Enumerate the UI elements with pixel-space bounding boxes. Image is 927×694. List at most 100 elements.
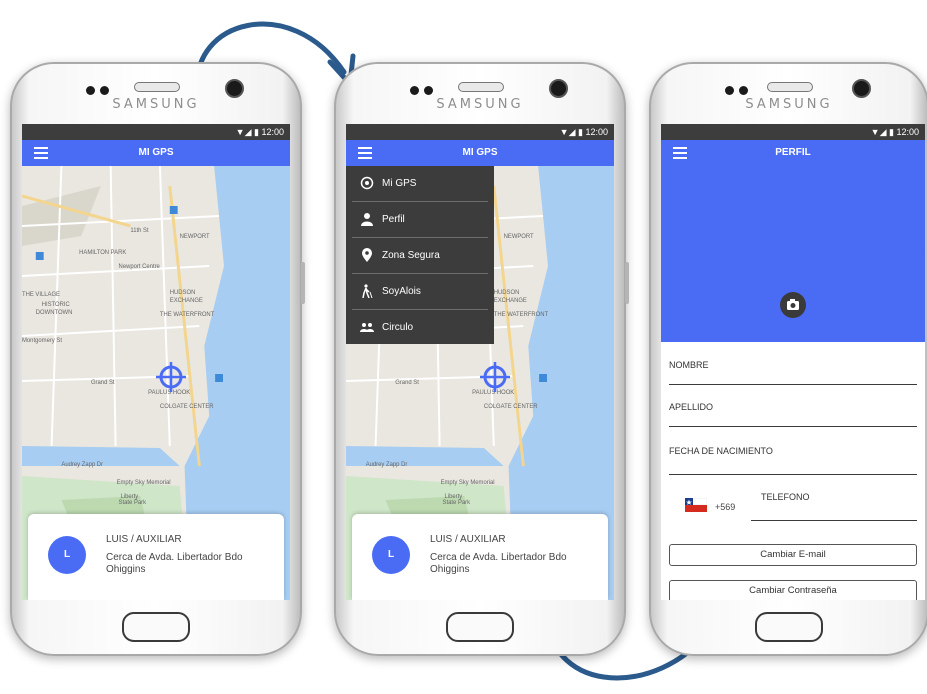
menu-item-mi-gps[interactable]: Mi GPS (352, 166, 488, 202)
svg-text:NEWPORT: NEWPORT (504, 234, 534, 240)
svg-text:EXCHANGE: EXCHANGE (170, 298, 203, 304)
svg-text:THE VILLAGE: THE VILLAGE (22, 292, 60, 298)
person-icon (361, 213, 373, 226)
front-camera (549, 79, 568, 98)
user-card[interactable]: L LUIS / AUXILIAR Cerca de Avda. Liberta… (352, 514, 608, 600)
earpiece-speaker (458, 82, 504, 92)
svg-text:COLGATE CENTER: COLGATE CENTER (484, 404, 538, 410)
status-time: 12:00 (896, 127, 919, 137)
home-button[interactable] (122, 612, 190, 642)
svg-text:HAMILTON PARK: HAMILTON PARK (79, 250, 126, 256)
field-label: FECHA DE NACIMIENTO (669, 446, 773, 456)
svg-text:HUDSON: HUDSON (494, 290, 520, 296)
walking-cane-icon (362, 284, 373, 298)
apellido-field[interactable]: APELLIDO (669, 402, 917, 427)
phone-menu-screen: SAMSUNG ▼◢ ▮ 12:00 MI GPS NEWPORT HUDSON… (334, 62, 629, 656)
menu-item-perfil[interactable]: Perfil (352, 202, 488, 238)
map-view[interactable]: 11th St HAMILTON PARK Newport Centre NEWPO… (22, 166, 290, 600)
menu-item-label: Zona Segura (382, 250, 440, 261)
side-button[interactable] (301, 262, 305, 304)
phone-brand: SAMSUNG (436, 97, 524, 112)
birthdate-field[interactable]: FECHA DE NACIMIENTO (669, 446, 917, 475)
phone-brand: SAMSUNG (112, 97, 200, 112)
location-pin-icon (362, 248, 372, 262)
user-location: Cerca de Avda. Libertador Bdo Ohiggins (106, 552, 243, 575)
status-bar: ▼◢ ▮ 12:00 (661, 124, 925, 140)
status-bar: ▼◢ ▮ 12:00 (346, 124, 614, 140)
svg-text:11th St: 11th St (130, 228, 149, 234)
app-bar: PERFIL (661, 140, 925, 166)
phone-prefix: +569 (715, 502, 736, 512)
status-bar: ▼◢ ▮ 12:00 (22, 124, 290, 140)
app-bar: MI GPS (22, 140, 290, 166)
menu-item-label: Mi GPS (382, 178, 417, 189)
svg-text:Empty Sky Memorial: Empty Sky Memorial (117, 480, 171, 486)
change-password-button[interactable]: Cambiar Contraseña (669, 580, 917, 600)
menu-item-zona-segura[interactable]: Zona Segura (352, 238, 488, 274)
menu-item-soyalois[interactable]: SoyAlois (352, 274, 488, 310)
target-icon (360, 176, 374, 190)
screen: ▼◢ ▮ 12:00 MI GPS NEWPORT HUDSON EXCHANG… (346, 124, 614, 600)
field-label: APELLIDO (669, 402, 714, 412)
status-time: 12:00 (261, 127, 284, 137)
menu-item-label: SoyAlois (382, 286, 421, 297)
svg-text:DOWNTOWN: DOWNTOWN (36, 310, 73, 316)
screen: ▼◢ ▮ 12:00 MI GPS 11th St HAMILTON PARK … (22, 124, 290, 600)
camera-icon (787, 299, 799, 310)
telefono-field[interactable]: TELEFONO (751, 490, 917, 521)
svg-text:Audrey Zapp Dr: Audrey Zapp Dr (366, 462, 408, 468)
user-name: LUIS / AUXILIAR (430, 534, 506, 545)
change-photo-button[interactable] (780, 292, 806, 318)
status-time: 12:00 (585, 127, 608, 137)
page-title: PERFIL (775, 147, 811, 158)
home-button[interactable] (446, 612, 514, 642)
front-camera (225, 79, 244, 98)
avatar: L (48, 536, 86, 574)
crosshair-marker-icon[interactable] (480, 362, 510, 392)
sensor-dots (410, 82, 442, 95)
sensor-dots (725, 82, 757, 95)
svg-text:HISTORIC: HISTORIC (42, 302, 71, 308)
menu-item-circulo[interactable]: Circulo (352, 310, 488, 345)
earpiece-speaker (767, 82, 813, 92)
page-title: MI GPS (138, 147, 174, 158)
field-label: TELEFONO (761, 492, 810, 502)
page-title: MI GPS (462, 147, 498, 158)
svg-text:COLGATE CENTER: COLGATE CENTER (160, 404, 214, 410)
svg-text:Grand St: Grand St (91, 380, 115, 386)
svg-text:Newport Centre: Newport Centre (119, 264, 161, 270)
home-button[interactable] (755, 612, 823, 642)
svg-text:Grand St: Grand St (395, 380, 419, 386)
svg-text:Audrey Zapp Dr: Audrey Zapp Dr (61, 462, 103, 468)
svg-text:EXCHANGE: EXCHANGE (494, 298, 527, 304)
svg-text:THE WATERFRONT: THE WATERFRONT (494, 312, 549, 318)
profile-header (661, 166, 925, 342)
front-camera (852, 79, 871, 98)
avatar: L (372, 536, 410, 574)
country-code-selector[interactable]: +569 (685, 498, 745, 514)
crosshair-marker-icon[interactable] (156, 362, 186, 392)
user-name: LUIS / AUXILIAR (106, 534, 182, 545)
user-location: Cerca de Avda. Libertador Bdo Ohiggins (430, 552, 567, 575)
phone-map-screen: SAMSUNG ▼◢ ▮ 12:00 MI GPS 11th St HAMILT… (10, 62, 305, 656)
group-icon (360, 323, 374, 332)
phone-profile-screen: SAMSUNG ▼◢ ▮ 12:00 PERFIL NOMBRE APELLID… (649, 62, 927, 656)
screen: ▼◢ ▮ 12:00 PERFIL NOMBRE APELLIDO FECHA … (661, 124, 925, 600)
user-card[interactable]: L LUIS / AUXILIAR Cerca de Avda. Liberta… (28, 514, 284, 600)
menu-item-label: Perfil (382, 214, 405, 225)
svg-text:HUDSON: HUDSON (170, 290, 196, 296)
app-bar: MI GPS (346, 140, 614, 166)
svg-text:State Park: State Park (119, 500, 147, 506)
svg-text:NEWPORT: NEWPORT (180, 234, 210, 240)
phone-brand: SAMSUNG (745, 97, 833, 112)
svg-text:State Park: State Park (443, 500, 471, 506)
change-email-button[interactable]: Cambiar E-mail (669, 544, 917, 566)
nav-drawer-menu: Mi GPS Perfil Zona Segura SoyAlois Circu… (346, 166, 494, 344)
menu-item-label: Circulo (382, 322, 414, 333)
side-button[interactable] (625, 262, 629, 304)
nombre-field[interactable]: NOMBRE (669, 360, 917, 385)
field-label: NOMBRE (669, 360, 709, 370)
svg-text:Montgomery St: Montgomery St (22, 338, 62, 344)
svg-text:THE WATERFRONT: THE WATERFRONT (160, 312, 215, 318)
sensor-dots (86, 82, 118, 95)
